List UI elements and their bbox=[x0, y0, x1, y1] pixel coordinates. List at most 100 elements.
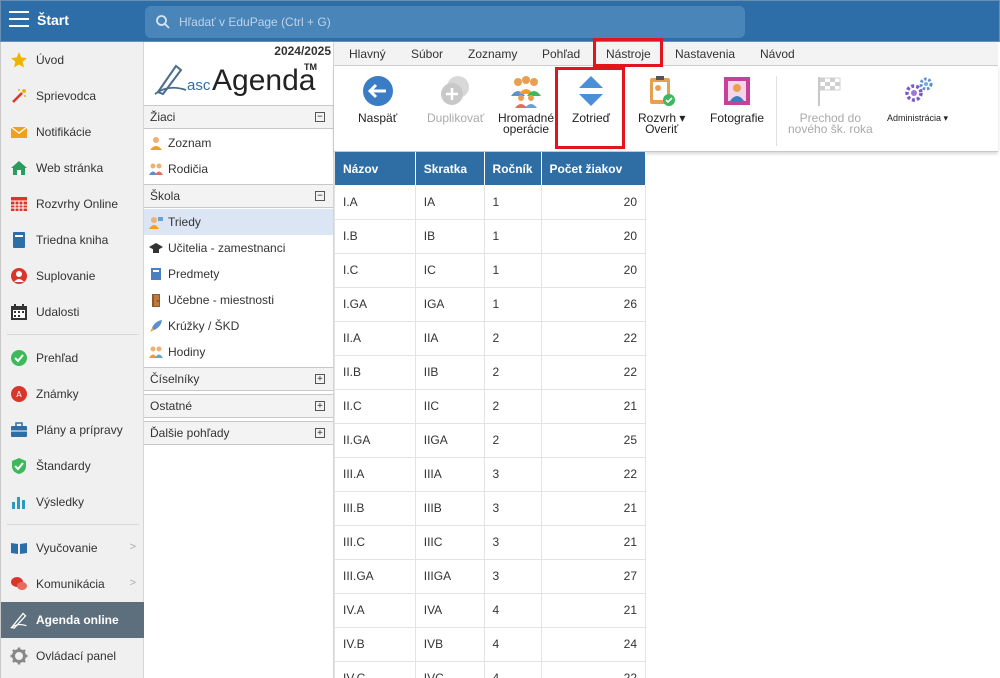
section-ostatne[interactable]: Ostatné + bbox=[144, 394, 333, 418]
section-skola[interactable]: Škola − bbox=[144, 184, 333, 208]
agenda-item-predmety[interactable]: Predmety bbox=[144, 261, 333, 287]
agenda-item-ucitelia[interactable]: Učitelia - zamestnanci bbox=[144, 235, 333, 261]
menu-tab-nastavenia[interactable]: Nastavenia bbox=[675, 47, 735, 61]
section-ciselniky[interactable]: Číselníky + bbox=[144, 367, 333, 391]
nav-item-triedna-kniha[interactable]: Triedna kniha bbox=[1, 222, 144, 258]
table-cell: III.A bbox=[335, 457, 416, 492]
agenda-item-label: Zoznam bbox=[168, 136, 212, 150]
start-label[interactable]: Štart bbox=[37, 12, 69, 28]
left-navigation: Úvod Sprievodca Notifikácie Web stránka … bbox=[0, 42, 144, 678]
column-header-skratka[interactable]: Skratka bbox=[415, 152, 485, 185]
menu-tab-subor[interactable]: Súbor bbox=[411, 47, 443, 61]
classes-table-container: Názov Skratka Ročník Počet žiakov I.A IA 1… bbox=[334, 152, 646, 678]
column-header-nazov[interactable]: Názov bbox=[335, 152, 416, 185]
table-row[interactable]: III.GA IIIGA 3 27 bbox=[335, 559, 646, 594]
table-row[interactable]: IV.B IVB 4 24 bbox=[335, 627, 646, 662]
highlight-nastroje-tab bbox=[593, 38, 663, 67]
table-cell: 1 bbox=[484, 185, 542, 220]
table-cell: IV.A bbox=[335, 593, 416, 628]
new-school-year-button[interactable]: Prechod do nového šk. roka bbox=[788, 74, 873, 135]
clipboard-check-icon bbox=[645, 74, 679, 108]
agenda-pen-icon bbox=[10, 611, 28, 629]
menu-tab-navod[interactable]: Návod bbox=[760, 47, 795, 61]
table-cell: III.C bbox=[335, 525, 416, 560]
book-icon bbox=[10, 231, 28, 249]
nav-item-sprievodca[interactable]: Sprievodca bbox=[1, 78, 144, 114]
menu-tab-zoznamy[interactable]: Zoznamy bbox=[468, 47, 517, 61]
column-header-pocet-ziakov[interactable]: Počet žiakov bbox=[541, 152, 646, 185]
hamburger-menu-icon[interactable] bbox=[9, 11, 29, 29]
expand-icon[interactable]: + bbox=[315, 374, 325, 384]
table-cell: 22 bbox=[541, 457, 646, 492]
photos-button[interactable]: Fotografie bbox=[710, 74, 764, 124]
administration-button[interactable]: Administrácia ▾ bbox=[887, 74, 948, 124]
collapse-icon[interactable]: − bbox=[315, 112, 325, 122]
table-row[interactable]: I.GA IGA 1 26 bbox=[335, 287, 646, 322]
table-row[interactable]: II.GA IIGA 2 25 bbox=[335, 423, 646, 458]
table-cell: 21 bbox=[541, 593, 646, 628]
nav-item-agenda-online[interactable]: Agenda online bbox=[1, 602, 144, 638]
table-row[interactable]: II.C IIC 2 21 bbox=[335, 389, 646, 424]
nav-item-suplovanie[interactable]: Suplovanie bbox=[1, 258, 144, 294]
table-cell: II.GA bbox=[335, 423, 416, 458]
nav-item-vyucovanie[interactable]: Vyučovanie > bbox=[1, 530, 144, 566]
nav-item-notifikacie[interactable]: Notifikácie bbox=[1, 114, 144, 150]
table-row[interactable]: III.B IIIB 3 21 bbox=[335, 491, 646, 526]
agenda-item-kruzky[interactable]: Krúžky / ŠKD bbox=[144, 313, 333, 339]
table-row[interactable]: IV.A IVA 4 21 bbox=[335, 593, 646, 628]
table-row[interactable]: III.C IIIC 3 21 bbox=[335, 525, 646, 560]
column-header-rocnik[interactable]: Ročník bbox=[484, 152, 542, 185]
nav-item-standardy[interactable]: Štandardy bbox=[1, 448, 144, 484]
nav-item-rozvrhy-online[interactable]: Rozvrhy Online bbox=[1, 186, 144, 222]
menu-tab-pohlad[interactable]: Pohľad bbox=[542, 47, 580, 61]
nav-item-prehlad[interactable]: Prehľad bbox=[1, 340, 144, 376]
table-row[interactable]: I.A IA 1 20 bbox=[335, 185, 646, 220]
expand-icon[interactable]: + bbox=[315, 428, 325, 438]
nav-item-plany-a-pripravy[interactable]: Plány a prípravy bbox=[1, 412, 144, 448]
nav-item-udalosti[interactable]: Udalosti bbox=[1, 294, 144, 330]
menu-tab-hlavny[interactable]: Hlavný bbox=[349, 47, 386, 61]
agenda-item-hodiny[interactable]: Hodiny bbox=[144, 339, 333, 365]
envelope-icon bbox=[10, 123, 28, 141]
briefcase-icon bbox=[10, 421, 28, 439]
table-cell: 2 bbox=[484, 389, 542, 424]
table-cell: IIC bbox=[415, 389, 485, 424]
agenda-item-ucebne[interactable]: Učebne - miestnosti bbox=[144, 287, 333, 313]
table-cell: I.B bbox=[335, 219, 416, 254]
table-row[interactable]: II.A IIA 2 22 bbox=[335, 321, 646, 356]
nav-item-znamky[interactable]: A Známky bbox=[1, 376, 144, 412]
nav-label: Plány a prípravy bbox=[36, 423, 123, 437]
bulk-operations-button[interactable]: Hromadné operácie bbox=[498, 74, 554, 135]
classes-table: Názov Skratka Ročník Počet žiakov I.A IA 1… bbox=[335, 152, 646, 678]
bar-chart-icon bbox=[10, 493, 28, 511]
table-row[interactable]: IV.C IVC 4 22 bbox=[335, 661, 646, 678]
timetable-verify-button[interactable]: Rozvrh ▾ Overiť bbox=[638, 74, 685, 135]
table-row[interactable]: II.B IIB 2 22 bbox=[335, 355, 646, 390]
nav-item-web-stranka[interactable]: Web stránka bbox=[1, 150, 144, 186]
expand-icon[interactable]: + bbox=[315, 401, 325, 411]
toolbar-label: Administrácia ▾ bbox=[887, 113, 949, 123]
table-row[interactable]: I.C IC 1 20 bbox=[335, 253, 646, 288]
nav-item-uvod[interactable]: Úvod bbox=[1, 42, 144, 78]
agenda-item-rodicia[interactable]: Rodičia bbox=[144, 156, 333, 182]
agenda-item-triedy[interactable]: Triedy bbox=[144, 209, 333, 235]
duplicate-button[interactable]: Duplikovať bbox=[427, 74, 484, 124]
table-row[interactable]: III.A IIIA 3 22 bbox=[335, 457, 646, 492]
nav-item-ovladaci-panel[interactable]: Ovládací panel bbox=[1, 638, 144, 674]
section-ziaci[interactable]: Žiaci − bbox=[144, 105, 333, 129]
back-button[interactable]: Naspäť bbox=[358, 74, 397, 124]
table-cell: IC bbox=[415, 253, 485, 288]
search-input[interactable] bbox=[179, 12, 729, 32]
section-dalsie-pohlady[interactable]: Ďalšie pohľady + bbox=[144, 421, 333, 445]
chevron-right-icon: > bbox=[129, 541, 136, 553]
checkered-flag-icon bbox=[813, 74, 847, 108]
nav-item-komunikacia[interactable]: Komunikácia > bbox=[1, 566, 144, 602]
table-cell: 3 bbox=[484, 559, 542, 594]
nav-item-vysledky[interactable]: Výsledky bbox=[1, 484, 144, 520]
collapse-icon[interactable]: − bbox=[315, 191, 325, 201]
agenda-item-zoznam[interactable]: Zoznam bbox=[144, 130, 333, 156]
search-box[interactable] bbox=[145, 6, 745, 38]
table-body: I.A IA 1 20 I.B IB 1 20 I.C IC 1 20 I.GA IGA 1 26 II.A II… bbox=[335, 185, 646, 678]
table-row[interactable]: I.B IB 1 20 bbox=[335, 219, 646, 254]
section-label: Ostatné bbox=[150, 399, 193, 413]
